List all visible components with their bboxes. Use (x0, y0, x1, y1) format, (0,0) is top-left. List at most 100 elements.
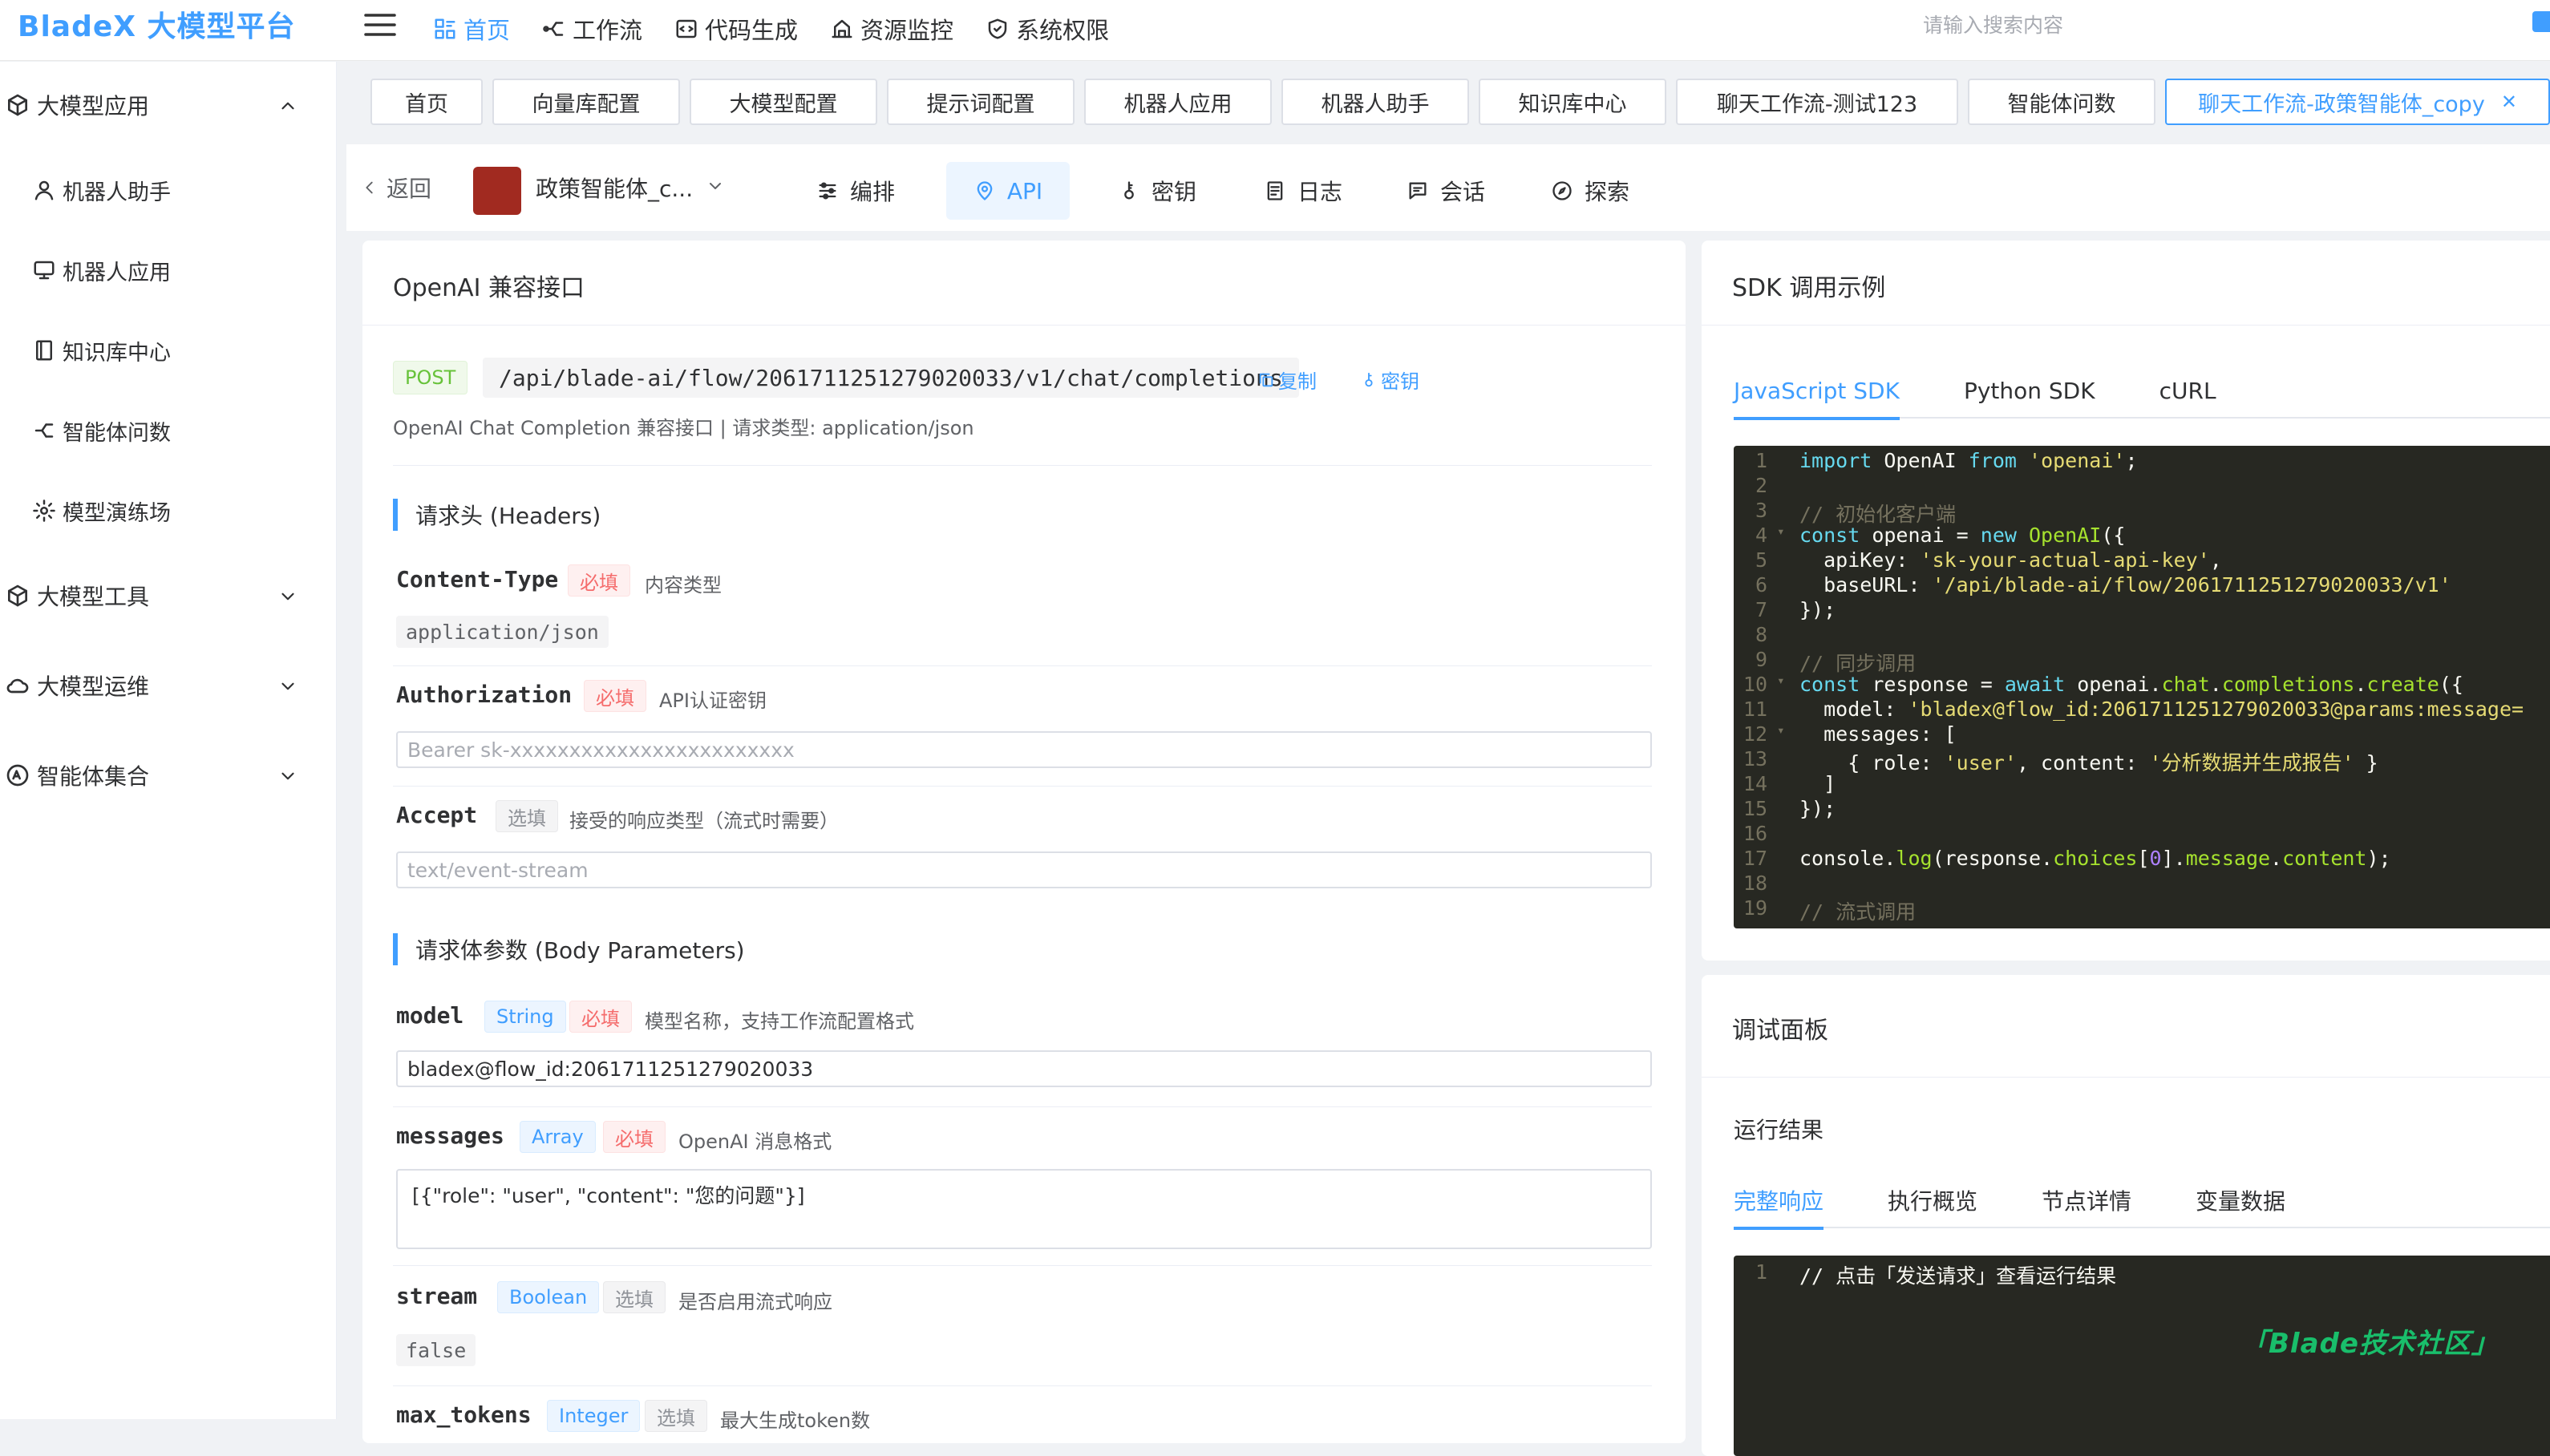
topnav-monitor[interactable]: 资源监控 (830, 12, 953, 46)
agent-avatar (473, 167, 521, 215)
tab-variable-data[interactable]: 变量数据 (2196, 1172, 2285, 1228)
close-icon[interactable]: ✕ (2501, 91, 2517, 113)
api-title: OpenAI 兼容接口 (393, 274, 585, 302)
topnav-codegen[interactable]: 代码生成 (674, 12, 798, 46)
param-desc: 内容类型 (645, 574, 722, 597)
top-nav: 首页 工作流 代码生成 资源监控 系统权限 (433, 11, 1141, 47)
tag-home[interactable]: 首页 (370, 79, 483, 125)
agent-name[interactable]: 政策智能体_c... (536, 172, 693, 204)
key-link[interactable]: 密钥 (1360, 366, 1419, 394)
code-editor[interactable]: 1 import OpenAI from 'openai'; 2 3// 初始化客… (1734, 446, 2550, 928)
topnav-workflow[interactable]: 工作流 (542, 12, 642, 46)
tag-knowledge[interactable]: 知识库中心 (1479, 79, 1666, 125)
topnav-permission[interactable]: 系统权限 (986, 12, 1109, 46)
sdk-card: SDK 调用示例 JavaScript SDK Python SDK cURL … (1702, 241, 2550, 961)
sliders-icon (819, 182, 836, 200)
messages-textarea[interactable]: [{"role": "user", "content": "您的问题"}] (396, 1169, 1652, 1249)
required-badge: 必填 (603, 1121, 666, 1153)
tab-sessions[interactable]: 会话 (1386, 162, 1506, 220)
chat-icon (1409, 182, 1427, 200)
tag-chat-flow-policy[interactable]: 聊天工作流-政策智能体_copy ✕ (2165, 79, 2550, 125)
tab-explore[interactable]: 探索 (1530, 162, 1650, 220)
corner-checkbox[interactable] (2532, 11, 2550, 32)
sdk-title: SDK 调用示例 (1732, 274, 1886, 302)
shield-icon (988, 18, 1007, 39)
sidebar-group-llm-apps[interactable]: 大模型应用 (0, 81, 337, 129)
monitor-icon (832, 19, 852, 38)
type-badge: Boolean (497, 1281, 600, 1313)
param-desc: OpenAI 消息格式 (678, 1130, 832, 1153)
tag-llm-config[interactable]: 大模型配置 (690, 79, 877, 125)
sidebar-item-playground[interactable]: 模型演练场 (32, 487, 171, 535)
endpoint-path: /api/blade-ai/flow/2061711251279020033/v… (483, 358, 1299, 398)
type-badge: Array (520, 1121, 596, 1153)
divider (393, 1265, 1652, 1266)
divider (393, 1106, 1652, 1107)
tab-node-details[interactable]: 节点详情 (2042, 1172, 2131, 1228)
tab-orchestrate[interactable]: 编排 (795, 162, 916, 220)
user-icon (34, 180, 54, 200)
result-tabs: 完整响应 执行概览 节点详情 变量数据 (1734, 1172, 2550, 1230)
sidebar-item-agent-query[interactable]: 智能体问数 (32, 406, 171, 455)
tab-javascript-sdk[interactable]: JavaScript SDK (1734, 362, 1900, 420)
api-card-header: OpenAI 兼容接口 (362, 241, 1686, 326)
accept-input[interactable]: text/event-stream (396, 851, 1652, 888)
search-input[interactable]: 请输入搜索内容 (1923, 10, 2063, 38)
required-badge: 必填 (584, 680, 646, 712)
debug-card-header: 调试面板 (1702, 975, 2550, 1078)
sidebar-item-knowledge[interactable]: 知识库中心 (32, 326, 171, 374)
param-name: Authorization (396, 681, 573, 708)
cube-icon (7, 94, 27, 116)
agent-icon (34, 423, 54, 438)
tag-agent-query[interactable]: 智能体问数 (1968, 79, 2155, 125)
divider (393, 1385, 1652, 1386)
chevron-down-icon (281, 682, 294, 690)
menu-toggle-icon[interactable] (362, 11, 398, 38)
tab-full-response[interactable]: 完整响应 (1734, 1172, 1824, 1230)
tag-prompt-config[interactable]: 提示词配置 (887, 79, 1075, 125)
param-name: max_tokens (396, 1401, 532, 1428)
copy-button[interactable]: 复制 (1257, 366, 1317, 394)
book-icon (36, 340, 52, 361)
topnav-home[interactable]: 首页 (433, 12, 510, 46)
sidebar-group-agents[interactable]: 智能体集合 (0, 751, 337, 799)
stream-value[interactable]: false (396, 1334, 476, 1366)
tab-logs[interactable]: 日志 (1243, 162, 1363, 220)
api-card: OpenAI 兼容接口 POST /api/blade-ai/flow/2061… (362, 241, 1686, 1443)
sidebar-item-robot-app[interactable]: 机器人应用 (32, 246, 171, 294)
back-button[interactable]: 返回 (361, 172, 431, 204)
tab-api[interactable]: API (946, 162, 1070, 220)
tab-python-sdk[interactable]: Python SDK (1964, 362, 2095, 419)
gear-icon (33, 499, 55, 522)
headers-section-title: 请求头 (Headers) (393, 499, 601, 531)
method-badge: POST (393, 361, 468, 394)
param-name: Content-Type (396, 566, 559, 593)
brand-logo[interactable]: BladeX 大模型平台 (18, 3, 296, 45)
tag-vector-config[interactable]: 向量库配置 (492, 79, 680, 125)
optional-badge: 选填 (496, 800, 558, 832)
sidebar-group-llm-tools[interactable]: 大模型工具 (0, 572, 337, 620)
sidebar: 大模型应用 机器人助手 机器人应用 知识库中心 智能体问数 模型演练场 大模型工… (0, 62, 337, 1419)
tag-robot-app[interactable]: 机器人应用 (1084, 79, 1272, 125)
model-input[interactable]: bladex@flow_id:2061711251279020033 (396, 1050, 1652, 1087)
body-section-title: 请求体参数 (Body Parameters) (393, 933, 745, 965)
tab-keys[interactable]: 密钥 (1097, 162, 1217, 220)
top-bar: BladeX 大模型平台 首页 工作流 代码生成 资源监控 系统权限 请输入搜索… (0, 0, 2550, 61)
param-desc: 接受的响应类型（流式时需要） (569, 810, 839, 832)
chevron-down-icon[interactable] (706, 176, 725, 196)
compass-icon (1552, 181, 1572, 200)
divider (393, 665, 1652, 666)
sdk-tabs: JavaScript SDK Python SDK cURL (1734, 362, 2550, 420)
sidebar-item-robot-assistant[interactable]: 机器人助手 (32, 166, 171, 214)
tag-chat-flow-test[interactable]: 聊天工作流-测试123 (1676, 79, 1958, 125)
sidebar-group-llm-ops[interactable]: 大模型运维 (0, 661, 337, 710)
required-badge: 必填 (569, 1001, 632, 1033)
tab-curl[interactable]: cURL (2159, 362, 2216, 419)
tag-robot-assistant[interactable]: 机器人助手 (1281, 79, 1469, 125)
required-badge: 必填 (568, 564, 630, 597)
chevron-left-icon (366, 181, 373, 194)
authorization-input[interactable]: Bearer sk-xxxxxxxxxxxxxxxxxxxxxxxx (396, 731, 1652, 768)
cloud-icon (6, 678, 29, 694)
tab-execution-overview[interactable]: 执行概览 (1888, 1172, 1977, 1228)
code-icon (676, 19, 697, 38)
